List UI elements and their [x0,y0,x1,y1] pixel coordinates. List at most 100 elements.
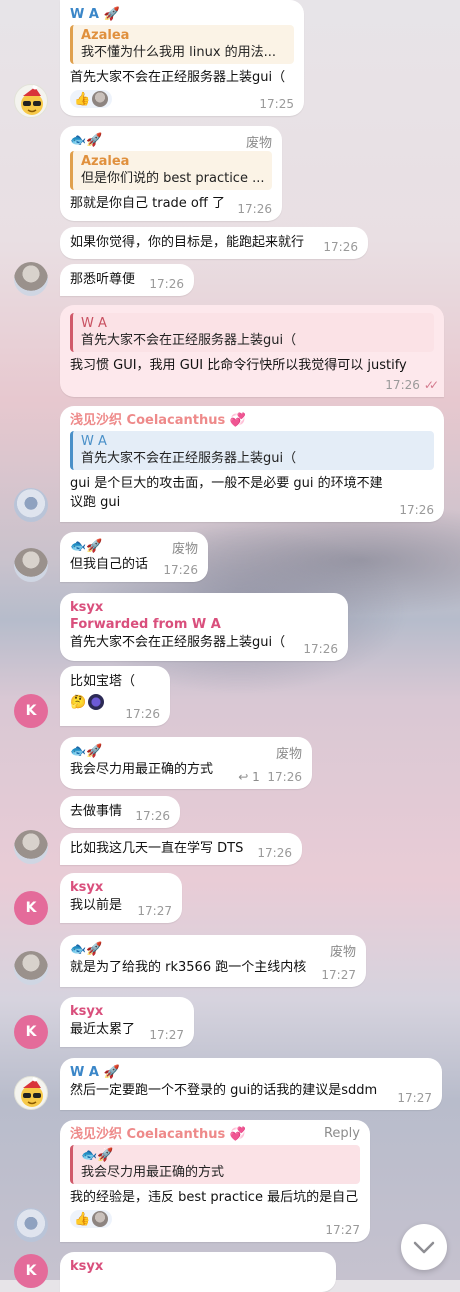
message-time: 17:26 [125,707,160,721]
sender-name[interactable]: 🐟🚀 [70,941,356,958]
message-bubble[interactable]: ksyx 我以前是 17:27 [60,873,182,923]
message-time: 17:27 [397,1091,432,1105]
message-time: 17:26 [323,240,358,254]
message-bubble[interactable]: ksyx Forwarded from W A 首先大家不会在正经服务器上装gu… [60,593,348,661]
avatar[interactable]: K [14,1254,48,1288]
message-time: 17:27 [325,1223,360,1237]
message-text: 我的经验是，违反 best practice 最后坑的是自己 [70,1190,359,1205]
message-bubble[interactable]: 去做事情 17:26 [60,796,180,828]
message-bubble[interactable]: 比如我这几天一直在学写 DTS 17:26 [60,833,302,865]
avatar [88,694,105,710]
sunglasses-santa-icon [21,1077,43,1107]
sender-name[interactable]: 浅见沙织 Coelacanthus 💞 [70,412,434,429]
thumbs-up-icon: 👍 [74,1211,91,1227]
thinking-face-icon: 🤔 [70,694,87,710]
sender-name[interactable]: 浅见沙织 Coelacanthus 💞 [70,1126,360,1143]
avatar[interactable] [14,262,48,296]
chevron-down-icon [413,1241,435,1254]
avatar[interactable] [14,830,48,864]
sender-name[interactable]: ksyx [70,599,338,616]
reply-sender: 🐟🚀 [81,1148,114,1163]
message-bubble[interactable]: 那悉听尊便 17:26 [60,264,194,296]
reply-sender: Azalea [81,154,130,169]
reply-quote[interactable]: 🐟🚀 我会尽力用最正确的方式 [70,1145,360,1184]
reply-text: 但是你们说的 best practice ... [81,171,264,186]
fish-rocket-icon: 🐟🚀 [70,133,103,148]
message-text: 如果你觉得，你的目标是，能跑起来就行 [70,235,305,250]
message-time: 17:27 [321,968,356,982]
message-time: 17:26 ✓✓ [385,378,439,392]
reaction-badge[interactable]: 👍 [70,90,113,108]
reply-text: 我会尽力用最正确的方式 [81,1165,225,1180]
message-text: 比如宝塔（ [70,674,136,689]
message-time: 17:25 [259,97,294,111]
message-time: 17:26 [149,277,184,291]
message-bubble[interactable]: ksyx 最近太累了 17:27 [60,997,194,1047]
reply-quote[interactable]: Azalea 我不懂为什么我用 linux 的用法... [70,25,294,64]
avatar[interactable] [14,1076,48,1110]
forwarded-from[interactable]: Forwarded from W A [70,616,338,633]
sunglasses-santa-icon [21,85,43,115]
reply-quote[interactable]: W A 首先大家不会在正经服务器上装gui（ [70,313,434,352]
message-text: 首先大家不会在正经服务器上装gui（ [70,635,286,650]
message-time: ↩ 1 17:26 [238,770,302,784]
message-bubble[interactable]: 浅见沙织 Coelacanthus 💞 W A 首先大家不会在正经服务器上装gu… [60,406,444,522]
message-bubble[interactable]: 🐟🚀 废物 我会尽力用最正确的方式 ↩ 1 17:26 [60,737,312,789]
message-bubble[interactable]: 🐟🚀 废物 但我自己的话 17:26 [60,532,208,582]
message-bubble[interactable]: 🐟🚀 废物 就是为了给我的 rk3566 跑一个主线内核 17:27 [60,935,366,987]
message-text: 然后一定要跑一个不登录的 gui的话我的建议是sddm [70,1083,378,1098]
avatar[interactable] [14,951,48,985]
reply-quote[interactable]: W A 首先大家不会在正经服务器上装gui（ [70,431,434,470]
sender-name[interactable]: ksyx [70,1258,326,1275]
avatar[interactable] [14,84,48,118]
avatar[interactable] [14,488,48,522]
message-time: 17:26 [257,846,292,860]
avatar[interactable] [14,548,48,582]
message-bubble[interactable]: 比如宝塔（ 🤔 17:26 [60,666,170,726]
message-bubble[interactable]: ksyx [60,1252,336,1292]
reply-arrow-icon[interactable]: ↩ 1 [238,770,260,784]
sender-name[interactable]: 🐟🚀 [70,132,272,149]
sender-name[interactable]: W A 🚀 [70,6,294,23]
rocket-icon: 🚀 [103,1065,120,1080]
avatar[interactable]: K [14,1015,48,1049]
avatar[interactable]: K [14,891,48,925]
message-bubble[interactable]: W A 🚀 然后一定要跑一个不登录的 gui的话我的建议是sddm 17:27 [60,1058,442,1110]
message-time: 17:26 [135,809,170,823]
heart-icon: 💞 [229,413,246,428]
message-bubble[interactable]: 浅见沙织 Coelacanthus 💞 Reply 🐟🚀 我会尽力用最正确的方式… [60,1120,370,1242]
reply-text: 首先大家不会在正经服务器上装gui（ [81,333,297,348]
reply-text: 我不懂为什么我用 linux 的用法... [81,45,277,60]
heart-icon: 💞 [229,1127,246,1142]
member-tag: 废物 [275,747,302,762]
reply-action[interactable]: Reply [324,1126,360,1141]
message-bubble[interactable]: 🐟🚀 废物 Azalea 但是你们说的 best practice ... 那就… [60,126,282,221]
avatar[interactable] [14,1208,48,1242]
sender-name[interactable]: ksyx [70,1003,184,1020]
reaction-badge[interactable]: 👍 [70,1210,113,1228]
reply-quote[interactable]: Azalea 但是你们说的 best practice ... [70,151,272,190]
message-time: 17:26 [237,202,272,216]
message-bubble[interactable]: 如果你觉得，你的目标是，能跑起来就行 17:26 [60,227,368,259]
message-time: 17:27 [149,1028,184,1042]
avatar[interactable]: K [14,694,48,728]
sender-name[interactable]: ksyx [70,879,172,896]
fish-rocket-icon: 🐟🚀 [70,942,103,957]
message-bubble[interactable]: W A 🚀 Azalea 我不懂为什么我用 linux 的用法... 首先大家不… [60,0,304,116]
sender-name[interactable]: 🐟🚀 [70,743,302,760]
reaction-badge[interactable]: 🤔 [70,694,105,710]
avatar [92,1211,109,1227]
message-time: 17:26 [303,642,338,656]
member-tag: 废物 [171,542,198,557]
thumbs-up-icon: 👍 [74,91,91,107]
scroll-down-button[interactable] [401,1224,447,1270]
fish-rocket-icon: 🐟🚀 [70,539,103,554]
member-tag: 废物 [329,945,356,960]
sender-name[interactable]: W A 🚀 [70,1064,432,1081]
reply-sender: Azalea [81,28,130,43]
message-text: 就是为了给我的 rk3566 跑一个主线内核 [70,960,307,975]
message-bubble[interactable]: W A 首先大家不会在正经服务器上装gui（ 我习惯 GUI，我用 GUI 比命… [60,305,444,397]
message-text: 我习惯 GUI，我用 GUI 比命令行快所以我觉得可以 justify [70,358,407,373]
rocket-icon: 🚀 [103,7,120,22]
message-time: 17:26 [163,563,198,577]
